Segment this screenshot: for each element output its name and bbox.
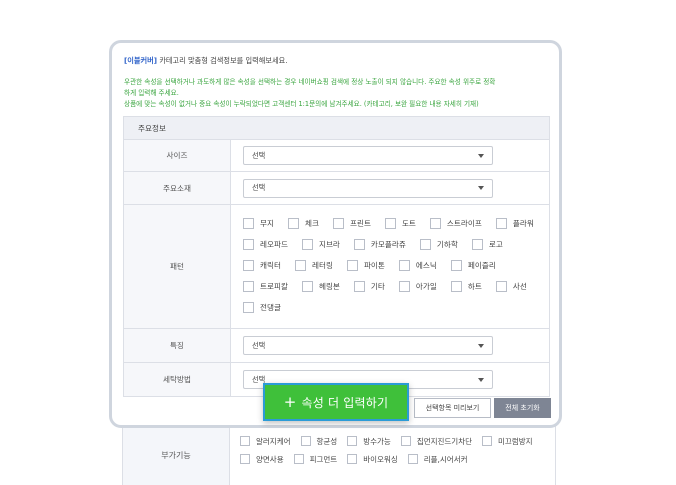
pattern-row: 패턴 무지 체크 프린트 도트 스트라이프 플라워 레오파드 지브라 카모플라쥬…	[124, 205, 549, 329]
checkbox[interactable]	[353, 239, 365, 250]
pattern-option[interactable]: 스트라이프	[429, 218, 482, 229]
pattern-option[interactable]: 도트	[384, 218, 416, 229]
checkbox[interactable]	[347, 454, 358, 464]
checkbox[interactable]	[287, 218, 299, 229]
checkbox[interactable]	[419, 239, 431, 250]
search-info-modal: [이블커버] 카테고리 맞춤형 검색정보를 입력해보세요. 우관한 속성을 선택…	[109, 40, 562, 428]
pattern-option[interactable]: 레오파드	[243, 239, 288, 250]
pattern-label: 패턴	[124, 205, 231, 328]
extra-option[interactable]: 피그먼트	[293, 453, 337, 465]
checkbox[interactable]	[450, 281, 462, 292]
pattern-option[interactable]: 페이즐리	[450, 260, 496, 271]
pattern-option[interactable]: 트로피칼	[243, 281, 288, 292]
extra-option[interactable]: 리플,시어서커	[407, 453, 468, 465]
checkbox[interactable]	[301, 239, 313, 250]
chevron-down-icon	[478, 343, 484, 348]
pattern-option[interactable]: 기타	[353, 281, 385, 292]
pattern-option[interactable]: 프린트	[332, 218, 371, 229]
intro-text: [이블커버] 카테고리 맞춤형 검색정보를 입력해보세요.	[124, 55, 554, 66]
checkbox[interactable]	[495, 281, 507, 292]
checkbox[interactable]	[243, 239, 254, 250]
warning-line: 우관한 속성을 선택하거나 과도하게 많은 속성을 선택하는 경우 네이버쇼핑 …	[124, 78, 496, 86]
preview-selection-button[interactable]: 선택항목 미리보기	[414, 398, 491, 418]
extra-feature-label: 부가기능	[123, 425, 230, 485]
checkbox[interactable]	[332, 218, 344, 229]
chevron-down-icon	[478, 153, 484, 158]
extra-feature-options: 알러지케어 항균성 방수가능 집먼지진드기차단 미끄럼방지 양면사용 피그먼트 …	[230, 425, 555, 485]
chevron-down-icon	[478, 377, 484, 382]
pattern-option[interactable]: 플라워	[495, 218, 534, 229]
main-info-table: 주요정보 사이즈 선택 주요소재 선택 패턴 무지 체크 프린트 도트 스트라이…	[123, 116, 550, 397]
pattern-option[interactable]: 파이톤	[346, 260, 385, 271]
brand-name: [이블커버]	[124, 56, 158, 65]
warning-line: 상품에 맞는 속성이 없거나 중요 속성이 누락되었다면 고객센터 1:1문의에…	[124, 100, 479, 108]
checkbox[interactable]	[353, 281, 365, 292]
material-row: 주요소재 선택	[124, 172, 549, 205]
checkbox[interactable]	[384, 218, 396, 229]
checkbox[interactable]	[240, 436, 250, 446]
pattern-option[interactable]: 기하학	[419, 239, 458, 250]
extra-option[interactable]: 방수가능	[347, 435, 391, 447]
checkbox[interactable]	[240, 454, 250, 464]
chevron-down-icon	[478, 186, 484, 190]
wash-label: 세탁방법	[124, 363, 231, 396]
pattern-option[interactable]: 지브라	[301, 239, 340, 250]
extra-option[interactable]: 알러지케어	[240, 435, 291, 447]
pattern-option[interactable]: 에스닉	[398, 260, 437, 271]
checkbox[interactable]	[429, 218, 441, 229]
checkbox[interactable]	[294, 260, 306, 271]
material-select[interactable]: 선택	[243, 178, 493, 198]
background-form-row: 부가기능 알러지케어 항균성 방수가능 집먼지진드기차단 미끄럼방지 양면사용 …	[122, 424, 556, 485]
pattern-option[interactable]: 캐릭터	[243, 260, 281, 271]
pattern-option[interactable]: 전댕글	[243, 302, 281, 313]
checkbox[interactable]	[293, 454, 304, 464]
checkbox[interactable]	[346, 260, 358, 271]
plus-icon: +	[283, 393, 297, 411]
size-label: 사이즈	[124, 140, 231, 171]
checkbox[interactable]	[450, 260, 462, 271]
checkbox[interactable]	[243, 302, 254, 313]
pattern-option[interactable]: 로고	[471, 239, 503, 250]
pattern-option[interactable]: 헤링본	[301, 281, 340, 292]
checkbox[interactable]	[301, 281, 313, 292]
checkbox[interactable]	[495, 218, 507, 229]
feature-row: 특징 선택	[124, 329, 549, 363]
checkbox[interactable]	[243, 260, 254, 271]
checkbox[interactable]	[471, 239, 483, 250]
pattern-option[interactable]: 하트	[450, 281, 482, 292]
checkbox[interactable]	[400, 436, 411, 446]
checkbox[interactable]	[407, 454, 418, 464]
checkbox[interactable]	[398, 281, 410, 292]
feature-select[interactable]: 선택	[243, 336, 493, 355]
intro-message: 카테고리 맞춤형 검색정보를 입력해보세요.	[157, 56, 288, 65]
pattern-options: 무지 체크 프린트 도트 스트라이프 플라워 레오파드 지브라 카모플라쥬 기하…	[231, 205, 549, 328]
size-select[interactable]: 선택	[243, 146, 493, 165]
pattern-option[interactable]: 사선	[495, 281, 527, 292]
pattern-option[interactable]: 아가일	[398, 281, 437, 292]
extra-option[interactable]: 항균성	[300, 435, 337, 447]
extra-option[interactable]: 미끄럼방지	[482, 435, 533, 447]
warning-line: 하게 입력해 주세요.	[124, 89, 179, 97]
pattern-option[interactable]: 체크	[287, 218, 319, 229]
size-row: 사이즈 선택	[124, 140, 549, 172]
checkbox[interactable]	[347, 436, 358, 446]
extra-option[interactable]: 양면사용	[240, 453, 284, 465]
add-more-attributes-button[interactable]: + 속성 더 입력하기	[263, 383, 409, 421]
checkbox[interactable]	[482, 436, 493, 446]
checkbox[interactable]	[243, 281, 254, 292]
pattern-option[interactable]: 카모플라쥬	[353, 239, 406, 250]
material-label: 주요소재	[124, 172, 231, 204]
add-more-label: 속성 더 입력하기	[301, 395, 389, 410]
table-header: 주요정보	[124, 117, 549, 140]
extra-option[interactable]: 집먼지진드기차단	[400, 435, 472, 447]
reset-all-button[interactable]: 전체 초기화	[494, 398, 551, 418]
pattern-option[interactable]: 무지	[243, 218, 274, 229]
checkbox[interactable]	[300, 436, 311, 446]
checkbox[interactable]	[243, 218, 254, 229]
checkbox[interactable]	[398, 260, 410, 271]
extra-option[interactable]: 바이오워싱	[347, 453, 398, 465]
warning-text: 우관한 속성을 선택하거나 과도하게 많은 속성을 선택하는 경우 네이버쇼핑 …	[124, 77, 554, 110]
feature-label: 특징	[124, 329, 231, 362]
pattern-option[interactable]: 레터링	[294, 260, 333, 271]
